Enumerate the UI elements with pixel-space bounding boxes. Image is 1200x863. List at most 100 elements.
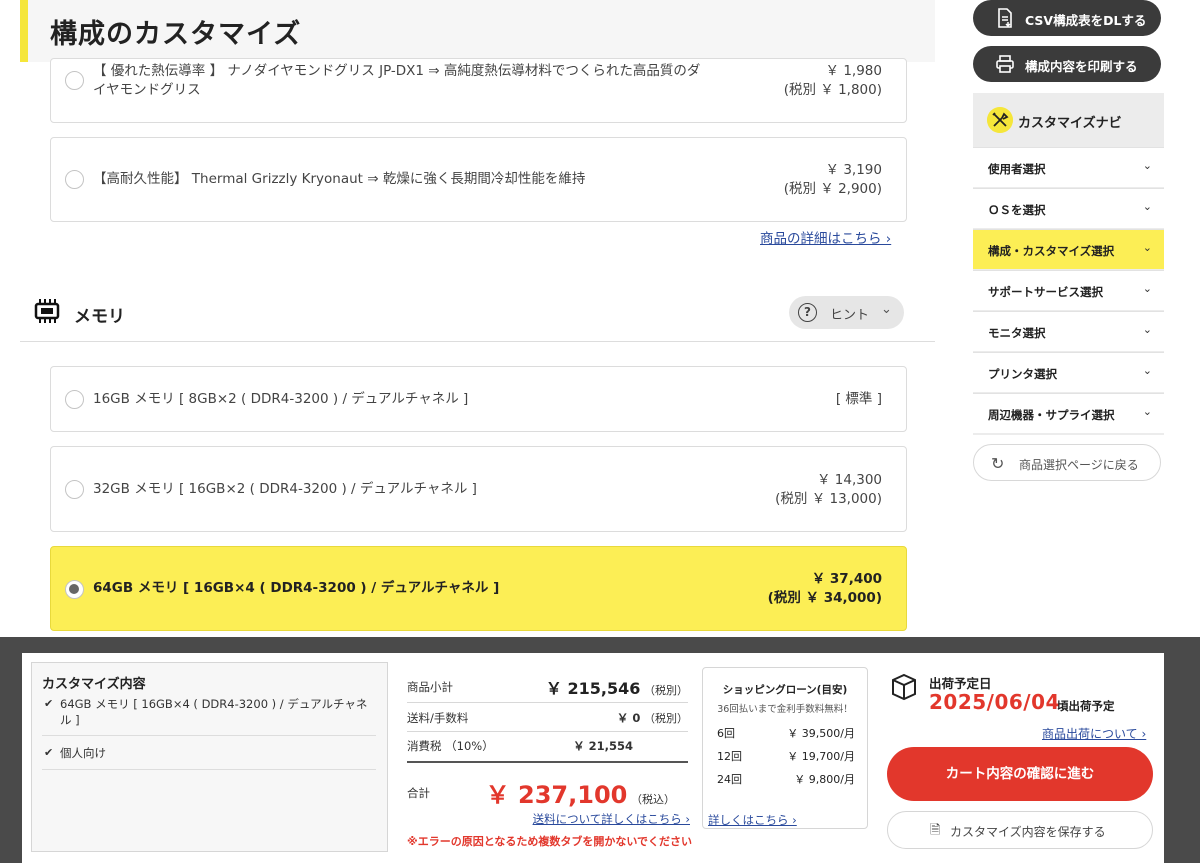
price-incl: ￥ 1,980	[825, 63, 882, 79]
option-price: ￥ 14,300 (税別 ￥ 13,000)	[775, 471, 882, 509]
radio-button[interactable]	[65, 71, 84, 90]
total-value: ￥ 237,100	[485, 781, 628, 809]
option-label: 【高耐久性能】 Thermal Grizzly Kryonaut ⇒ 乾燥に強く…	[93, 171, 586, 187]
option-price: ￥ 3,190 (税別 ￥ 2,900)	[784, 161, 882, 199]
save-customization-button[interactable]: 🗎 カスタマイズ内容を保存する	[887, 811, 1153, 849]
chevron-down-icon: ⌄	[1142, 364, 1152, 377]
price-incl: ￥ 3,190	[825, 162, 882, 178]
shipping-info-link[interactable]: 送料について詳しくはこちら ›	[533, 811, 690, 827]
option-label: 16GB メモリ [ 8GB×2 ( DDR4-3200 ) / デュアルチャネ…	[93, 391, 469, 407]
memory-option-64gb[interactable]: 64GB メモリ [ 16GB×4 ( DDR4-3200 ) / デュアルチャ…	[50, 546, 907, 631]
chevron-down-icon: ⌄	[1142, 200, 1152, 213]
navi-item-label: 構成・カスタマイズ選択	[988, 244, 1115, 258]
radio-button[interactable]	[65, 390, 84, 409]
shipping-value-wrap: ￥ 0 （税別）	[617, 710, 688, 726]
shipping-date: 2025/06/04	[929, 690, 1060, 714]
navi-item-label: 使用者選択	[988, 162, 1046, 176]
loan-title: ショッピングローン(目安)	[722, 684, 848, 696]
customize-item-text: 個人向け	[60, 746, 106, 760]
navi-item-customize[interactable]: 構成・カスタマイズ選択 ⌄	[973, 229, 1164, 269]
subtotal-value: ￥ 215,546	[545, 679, 641, 698]
navi-header: カスタマイズナビ	[973, 93, 1164, 147]
navi-item-user[interactable]: 使用者選択 ⌄	[973, 147, 1164, 187]
shipping-label: 送料/手数料	[407, 711, 469, 725]
navi-item-label: プリンタ選択	[988, 367, 1057, 381]
subtotal-value-wrap: ￥ 215,546 （税別）	[546, 675, 688, 699]
print-button-label: 構成内容を印刷する	[1025, 59, 1138, 74]
loan-row: 24回 ￥ 9,800/月	[717, 771, 855, 787]
navi-item-label: 周辺機器・サプライ選択	[988, 408, 1115, 422]
chevron-down-icon: ⌄	[881, 302, 892, 317]
chevron-down-icon: ⌄	[1142, 282, 1152, 295]
option-label-line1: 【 優れた熱伝導率 】 ナノダイヤモンドグリス JP-DX1 ⇒ 高純度熱伝導材…	[93, 63, 701, 79]
loan-row: 6回 ￥ 39,500/月	[717, 725, 855, 741]
page-header: 構成のカスタマイズ	[20, 0, 935, 62]
product-detail-link[interactable]: 商品の詳細はこちら ›	[760, 227, 891, 247]
total-value-wrap: ￥ 237,100 （税込）	[486, 775, 675, 810]
csv-download-button[interactable]: CSV構成表をDLする	[973, 0, 1161, 36]
loan-monthly: ￥ 19,700/月	[787, 750, 855, 763]
tax-row: 消費税 （10%） ￥ 21,554	[407, 738, 688, 756]
memory-chip-icon	[34, 299, 60, 323]
option-price: ￥ 37,400 (税別 ￥ 34,000)	[768, 570, 882, 608]
chevron-down-icon: ⌄	[1142, 159, 1152, 172]
navi-item-os[interactable]: ＯＳを選択 ⌄	[973, 188, 1164, 228]
save-button-label: カスタマイズ内容を保存する	[950, 825, 1106, 839]
navi-title: カスタマイズナビ	[1018, 116, 1122, 131]
divider	[407, 761, 688, 763]
subtotal-note: （税別）	[644, 684, 688, 697]
total-row: 合計 ￥ 237,100 （税込）	[407, 775, 688, 809]
total-note: （税込）	[631, 793, 675, 806]
customize-summary-title: カスタマイズ内容	[42, 677, 146, 692]
memory-option-32gb[interactable]: 32GB メモリ [ 16GB×2 ( DDR4-3200 ) / デュアルチャ…	[50, 446, 907, 532]
option-label: 32GB メモリ [ 16GB×2 ( DDR4-3200 ) / デュアルチャ…	[93, 481, 477, 497]
memory-section-title: メモリ	[74, 307, 125, 327]
package-box-icon	[892, 673, 916, 701]
proceed-to-cart-button[interactable]: カート内容の確認に進む	[887, 747, 1153, 801]
option-price: ￥ 1,980 (税別 ￥ 1,800)	[784, 62, 882, 100]
navi-item-monitor[interactable]: モニタ選択 ⌄	[973, 311, 1164, 351]
price-excl: (税別 ￥ 13,000)	[775, 491, 882, 507]
option-label: 【 優れた熱伝導率 】 ナノダイヤモンドグリス JP-DX1 ⇒ 高純度熱伝導材…	[93, 62, 700, 100]
back-to-product-button[interactable]: ↻ 商品選択ページに戻る	[973, 444, 1161, 481]
memory-option-16gb[interactable]: 16GB メモリ [ 8GB×2 ( DDR4-3200 ) / デュアルチャネ…	[50, 366, 907, 432]
divider	[42, 735, 376, 736]
shopping-loan-box: ショッピングローン(目安) 36回払いまで金利手数料無料！ 6回 ￥ 39,50…	[702, 667, 868, 829]
loan-installments: 6回	[717, 727, 735, 740]
check-icon: ✔	[44, 746, 54, 759]
back-button-label: 商品選択ページに戻る	[1019, 458, 1139, 472]
hint-button[interactable]: ? ヒント ⌄	[789, 296, 904, 329]
check-icon: ✔	[44, 697, 54, 710]
radio-button[interactable]	[65, 480, 84, 499]
divider	[407, 702, 688, 703]
loan-row: 12回 ￥ 19,700/月	[717, 748, 855, 764]
chevron-down-icon: ⌄	[1142, 241, 1152, 254]
navi-item-peripherals[interactable]: 周辺機器・サプライ選択 ⌄	[973, 393, 1164, 433]
radio-button-selected[interactable]	[65, 580, 84, 599]
paste-option-1[interactable]: 【 優れた熱伝導率 】 ナノダイヤモンドグリス JP-DX1 ⇒ 高純度熱伝導材…	[50, 58, 907, 123]
page-title: 構成のカスタマイズ	[50, 19, 302, 50]
csv-button-label: CSV構成表をDLする	[1025, 13, 1147, 28]
loan-monthly: ￥ 39,500/月	[787, 727, 855, 740]
navi-item-printer[interactable]: プリンタ選択 ⌄	[973, 352, 1164, 392]
shipping-about-link[interactable]: 商品出荷について ›	[1042, 725, 1146, 742]
price-excl: (税別 ￥ 1,800)	[783, 82, 882, 98]
option-label-line2: イヤモンドグリス	[93, 82, 201, 98]
navi-item-label: モニタ選択	[988, 326, 1046, 340]
navi-item-label: ＯＳを選択	[988, 203, 1046, 217]
memory-section-header: メモリ ? ヒント ⌄	[20, 292, 935, 342]
option-price: [ 標準 ]	[835, 391, 882, 407]
hint-label: ヒント	[830, 308, 870, 323]
radio-button[interactable]	[65, 170, 84, 189]
loan-details-link[interactable]: 詳しくはこちら ›	[708, 812, 797, 828]
question-icon: ?	[798, 303, 817, 322]
paste-option-2[interactable]: 【高耐久性能】 Thermal Grizzly Kryonaut ⇒ 乾燥に強く…	[50, 137, 907, 222]
divider	[407, 731, 688, 732]
file-download-icon	[998, 8, 1012, 28]
print-button[interactable]: 構成内容を印刷する	[973, 46, 1161, 82]
summary-bar: カスタマイズ内容 ✔ 64GB メモリ [ 16GB×4 ( DDR4-3200…	[0, 637, 1200, 863]
customize-navi: カスタマイズナビ 使用者選択 ⌄ ＯＳを選択 ⌄ 構成・カスタマイズ選択 ⌄ サ…	[973, 93, 1164, 435]
customize-summary-box: カスタマイズ内容 ✔ 64GB メモリ [ 16GB×4 ( DDR4-3200…	[31, 662, 388, 852]
tax-value: ￥ 21,554	[573, 739, 633, 753]
navi-item-support[interactable]: サポートサービス選択 ⌄	[973, 270, 1164, 310]
